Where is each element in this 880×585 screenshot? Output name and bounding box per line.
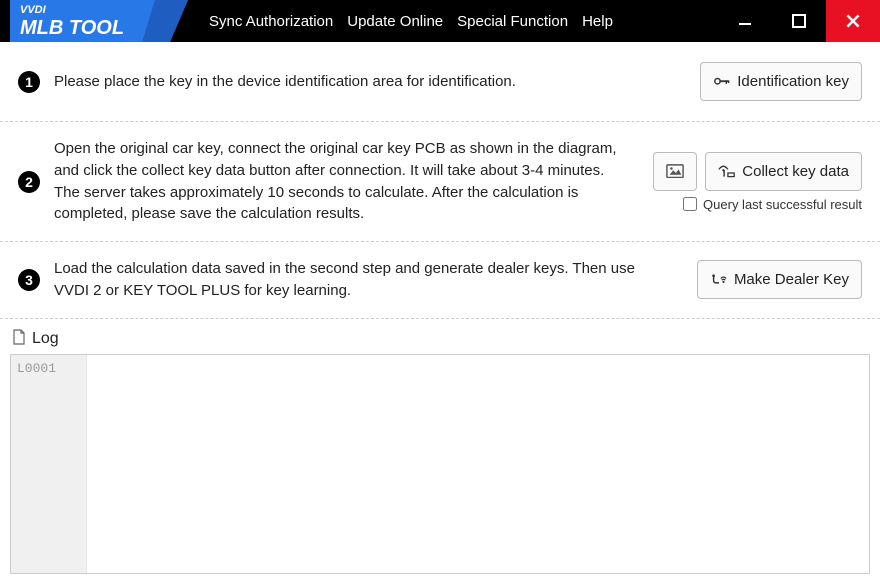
collect-key-data-button[interactable]: Collect key data — [705, 152, 862, 191]
log-header: Log — [10, 325, 870, 354]
query-last-result-row[interactable]: Query last successful result — [683, 197, 862, 212]
step-1: 1 Please place the key in the device ide… — [0, 42, 880, 122]
query-last-result-checkbox[interactable] — [683, 197, 697, 211]
step-2: 2 Open the original car key, connect the… — [0, 122, 880, 242]
step-3: 3 Load the calculation data saved in the… — [0, 242, 880, 319]
menu-special[interactable]: Special Function — [457, 13, 568, 30]
app-logo: VVDI MLB TOOL — [0, 0, 195, 42]
log-section: Log L0001 — [0, 319, 880, 574]
step-1-number: 1 — [18, 71, 40, 93]
main-content: 1 Please place the key in the device ide… — [0, 42, 880, 574]
menu-bar: Sync Authorization Update Online Special… — [195, 0, 718, 42]
menu-help[interactable]: Help — [582, 13, 613, 30]
minimize-button[interactable] — [718, 0, 772, 42]
wireless-icon — [718, 163, 736, 179]
step-3-number: 3 — [18, 269, 40, 291]
image-icon — [666, 163, 684, 179]
menu-sync[interactable]: Sync Authorization — [209, 13, 333, 30]
key-id-icon — [713, 74, 731, 90]
log-body[interactable]: L0001 — [10, 354, 870, 574]
log-gutter: L0001 — [11, 355, 87, 573]
log-text-area[interactable] — [87, 355, 869, 573]
brand-bottom-text: MLB TOOL — [20, 17, 124, 39]
log-title: Log — [32, 330, 59, 348]
identification-key-label: Identification key — [737, 73, 849, 90]
maximize-button[interactable] — [772, 0, 826, 42]
titlebar: VVDI MLB TOOL Sync Authorization Update … — [0, 0, 880, 42]
make-dealer-key-label: Make Dealer Key — [734, 271, 849, 288]
window-controls — [718, 0, 880, 42]
identification-key-button[interactable]: Identification key — [700, 62, 862, 101]
show-diagram-button[interactable] — [653, 152, 697, 191]
brand-top-text: VVDI — [20, 4, 47, 16]
make-key-icon — [710, 272, 728, 288]
file-icon — [12, 329, 26, 350]
menu-update[interactable]: Update Online — [347, 13, 443, 30]
step-1-text: Please place the key in the device ident… — [54, 71, 686, 93]
step-2-number: 2 — [18, 171, 40, 193]
close-button[interactable] — [826, 0, 880, 42]
step-3-text: Load the calculation data saved in the s… — [54, 258, 683, 302]
collect-key-data-label: Collect key data — [742, 163, 849, 180]
step-2-text: Open the original car key, connect the o… — [54, 138, 639, 225]
query-last-result-label: Query last successful result — [703, 197, 862, 212]
make-dealer-key-button[interactable]: Make Dealer Key — [697, 260, 862, 299]
log-line-number: L0001 — [17, 361, 80, 376]
